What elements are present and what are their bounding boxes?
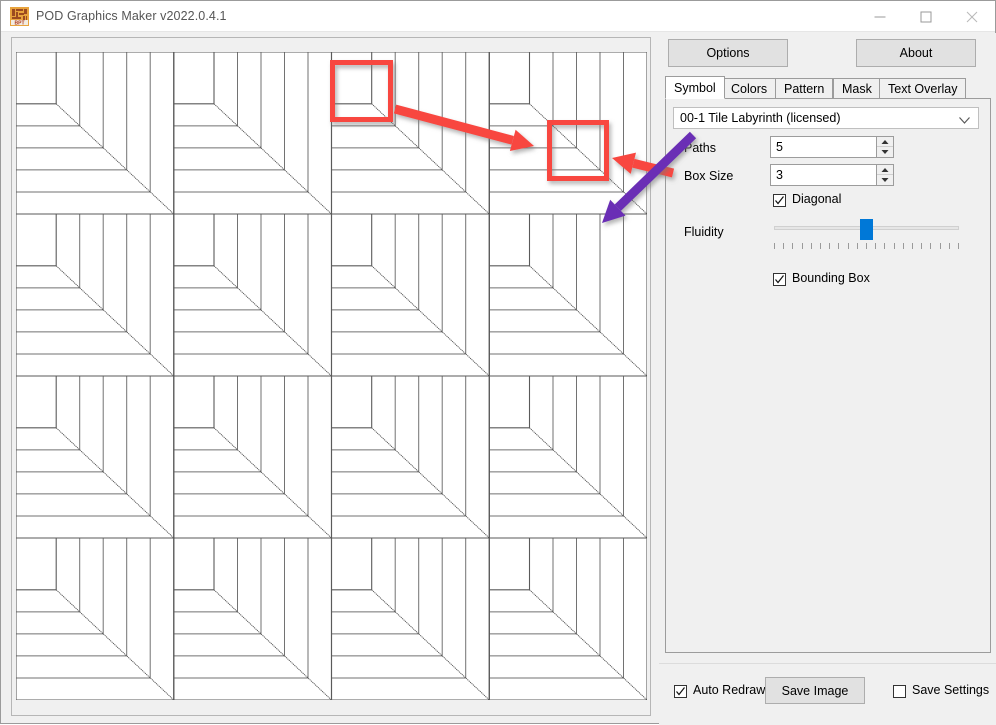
auto-redraw-label: Auto Redraw: [693, 683, 765, 697]
diagonal-checkbox-box[interactable]: [773, 194, 786, 207]
fluidity-label: Fluidity: [684, 225, 724, 239]
box-size-increment-icon[interactable]: [877, 165, 893, 175]
fluidity-slider-ticks: [774, 243, 959, 250]
box-size-stepper[interactable]: 3: [770, 164, 894, 186]
minimize-icon[interactable]: [857, 1, 903, 32]
bounding-box-label: Bounding Box: [792, 271, 870, 285]
save-settings-label: Save Settings: [912, 683, 989, 697]
save-image-button[interactable]: Save Image: [765, 677, 865, 704]
paths-stepper[interactable]: 5: [770, 136, 894, 158]
preview-canvas-frame: [11, 37, 651, 716]
settings-panel: Options About Symbol Colors Pattern Mask…: [659, 33, 996, 725]
tab-mask[interactable]: Mask: [833, 78, 881, 99]
svg-text:BPT: BPT: [15, 21, 25, 27]
tab-colors[interactable]: Colors: [722, 78, 776, 99]
options-button[interactable]: Options: [668, 39, 788, 67]
bottom-bar: Auto Redraw Save Image Save Settings: [659, 663, 996, 725]
about-button[interactable]: About: [856, 39, 976, 67]
box-size-decrement-icon[interactable]: [877, 175, 893, 185]
paths-stepper-buttons[interactable]: [876, 137, 893, 157]
save-settings-checkbox-box[interactable]: [893, 685, 906, 698]
pattern-preview[interactable]: [16, 52, 647, 700]
paths-increment-icon[interactable]: [877, 137, 893, 147]
auto-redraw-checkbox-box[interactable]: [674, 685, 687, 698]
maximize-icon[interactable]: [903, 1, 949, 32]
box-size-value: 3: [776, 168, 783, 182]
labyrinth-pattern-svg: [16, 52, 647, 700]
paths-label: Paths: [684, 141, 716, 155]
app-window: BPT POD Graphics Maker v2022.0.4.1 Optio…: [0, 0, 996, 724]
tab-pattern[interactable]: Pattern: [775, 78, 833, 99]
symbol-select-value: 00-1 Tile Labyrinth (licensed): [680, 111, 841, 125]
box-size-stepper-buttons[interactable]: [876, 165, 893, 185]
title-bar: BPT POD Graphics Maker v2022.0.4.1: [1, 1, 995, 32]
chevron-down-icon: [959, 114, 970, 128]
app-maze-icon: BPT: [10, 7, 29, 26]
fluidity-slider[interactable]: [774, 217, 959, 251]
symbol-select[interactable]: 00-1 Tile Labyrinth (licensed): [673, 107, 979, 129]
bounding-box-checkbox-box[interactable]: [773, 273, 786, 286]
fluidity-slider-thumb[interactable]: [860, 219, 873, 240]
paths-value: 5: [776, 140, 783, 154]
tab-symbol[interactable]: Symbol: [665, 76, 725, 99]
tab-strip: Symbol Colors Pattern Mask Text Overlay: [665, 78, 991, 98]
tab-text-overlay[interactable]: Text Overlay: [879, 78, 966, 99]
close-icon[interactable]: [949, 1, 995, 32]
box-size-label: Box Size: [684, 169, 733, 183]
symbol-tab-page: 00-1 Tile Labyrinth (licensed) Paths 5 B…: [665, 98, 991, 653]
diagonal-label: Diagonal: [792, 192, 841, 206]
window-title: POD Graphics Maker v2022.0.4.1: [36, 9, 227, 23]
paths-decrement-icon[interactable]: [877, 147, 893, 157]
